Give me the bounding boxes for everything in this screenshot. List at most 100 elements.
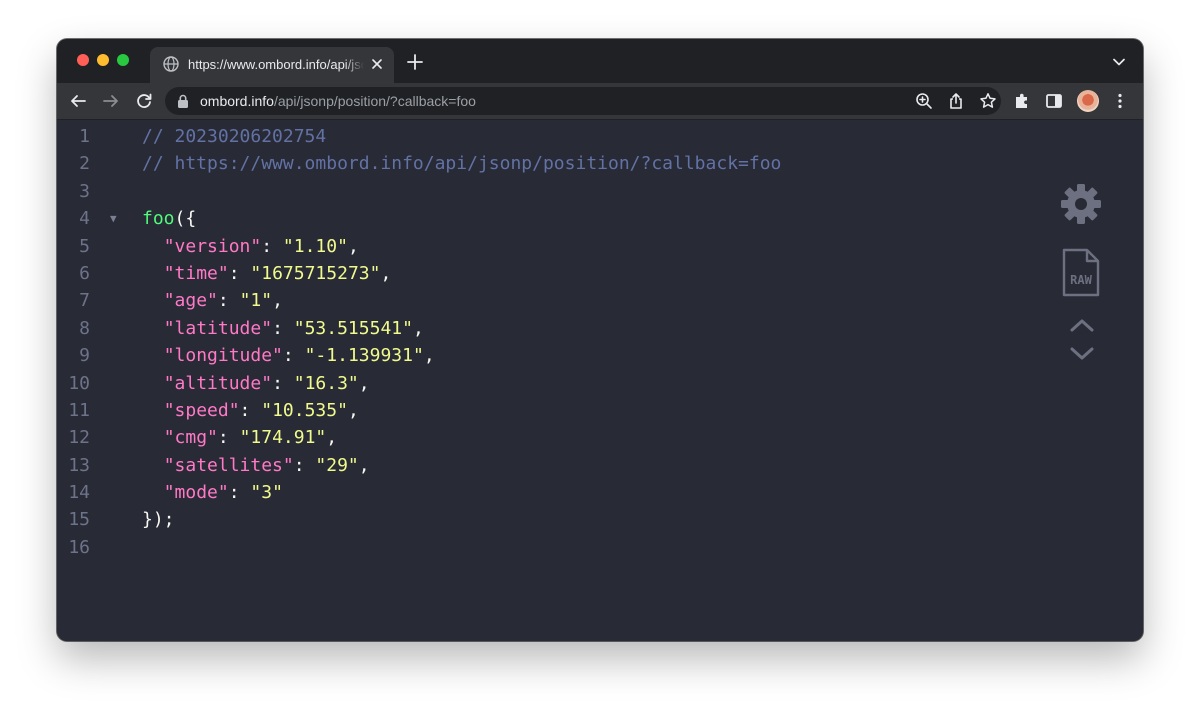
token-comment: // 20230206202754 bbox=[142, 126, 327, 147]
token-str: "1675715273" bbox=[250, 262, 381, 284]
token-punc: , bbox=[423, 345, 435, 367]
line-number: 1 bbox=[79, 126, 90, 147]
code-text: }); bbox=[142, 506, 175, 533]
code-text: "age": "1", bbox=[142, 287, 283, 314]
new-tab-icon[interactable] bbox=[407, 54, 423, 70]
line-number: 12 bbox=[68, 427, 90, 449]
token-punc: : bbox=[217, 290, 240, 312]
code-line: 9 "longitude": "-1.139931", bbox=[57, 342, 1057, 369]
token-punc: ({ bbox=[174, 208, 197, 230]
forward-arrow-icon[interactable] bbox=[102, 92, 120, 110]
chevron-down-icon[interactable] bbox=[1070, 346, 1094, 362]
token-punc: , bbox=[347, 235, 359, 257]
token-str: "53.515541" bbox=[293, 317, 413, 339]
code-line: 7 "age": "1", bbox=[57, 287, 1057, 314]
tab-title: https://www.ombord.info/api/jsonp/positi… bbox=[188, 56, 364, 74]
code-text: "speed": "10.535", bbox=[142, 397, 359, 424]
code-text: "version": "1.10", bbox=[142, 233, 359, 260]
line-number: 5 bbox=[79, 235, 90, 257]
token-str: "16.3" bbox=[293, 372, 359, 394]
code-block: 1 // 20230206202754 2 // https://www.ombord… bbox=[57, 123, 1057, 561]
fold-toggle-icon[interactable]: ▼ bbox=[110, 205, 117, 232]
token-key: "time" bbox=[163, 262, 229, 284]
token-punc: : bbox=[228, 262, 251, 284]
token-punc: }); bbox=[142, 509, 175, 531]
token-comment: // https://www.ombord.info/api/jsonp/pos… bbox=[142, 153, 782, 175]
lock-icon[interactable] bbox=[177, 94, 189, 108]
browser-window: https://www.ombord.info/api/jsonp/positi… bbox=[57, 39, 1143, 641]
token-punc: : bbox=[293, 454, 316, 476]
token-punc bbox=[142, 455, 164, 476]
token-punc: , bbox=[347, 399, 359, 421]
token-punc: : bbox=[272, 317, 294, 339]
code-line: 15}); bbox=[57, 506, 1057, 533]
token-str: "1" bbox=[239, 290, 273, 312]
chevron-down-icon[interactable] bbox=[1113, 57, 1125, 67]
line-number: 3 bbox=[79, 180, 90, 202]
code-text: // 20230206202754 bbox=[142, 123, 326, 150]
token-punc bbox=[142, 236, 164, 257]
code-line: 8 "latitude": "53.515541", bbox=[57, 315, 1057, 342]
address-bar[interactable]: ombord.info/api/jsonp/position/?callback… bbox=[165, 87, 1001, 115]
url-text[interactable]: ombord.info/api/jsonp/position/?callback… bbox=[200, 92, 476, 110]
token-punc: , bbox=[326, 427, 338, 449]
raw-file-icon[interactable]: RAW bbox=[1061, 248, 1101, 297]
code-line: 4 ▼ foo({ bbox=[57, 205, 1057, 232]
code-text: "altitude": "16.3", bbox=[142, 370, 370, 397]
reload-icon[interactable] bbox=[135, 92, 153, 110]
token-punc: , bbox=[358, 372, 370, 394]
line-number: 10 bbox=[68, 372, 90, 394]
line-number: 15 bbox=[68, 509, 90, 531]
code-line: 12 "cmg": "174.91", bbox=[57, 424, 1057, 451]
side-panel-icon[interactable] bbox=[1045, 92, 1063, 110]
bookmark-star-icon[interactable] bbox=[979, 92, 997, 110]
token-punc: : bbox=[217, 427, 240, 449]
window-minimize-button[interactable] bbox=[97, 54, 109, 66]
code-text: foo({ bbox=[142, 205, 196, 232]
token-punc bbox=[142, 373, 164, 394]
token-punc: : bbox=[228, 482, 251, 504]
token-punc: , bbox=[272, 290, 283, 312]
code-line: 2 // https://www.ombord.info/api/jsonp/po… bbox=[57, 150, 1057, 177]
code-line: 3 bbox=[57, 178, 1057, 205]
code-text: "latitude": "53.515541", bbox=[142, 315, 424, 342]
chevron-up-icon[interactable] bbox=[1070, 317, 1094, 333]
code-line: 11 "speed": "10.535", bbox=[57, 397, 1057, 424]
more-menu-icon[interactable] bbox=[1111, 92, 1129, 110]
token-key: "longitude" bbox=[163, 345, 283, 367]
profile-avatar[interactable] bbox=[1077, 90, 1099, 112]
tab-active[interactable]: https://www.ombord.info/api/jsonp/positi… bbox=[150, 47, 394, 83]
token-punc bbox=[142, 400, 164, 421]
code-text: "satellites": "29", bbox=[142, 452, 370, 479]
window-close-button[interactable] bbox=[77, 54, 89, 66]
extensions-puzzle-icon[interactable] bbox=[1013, 92, 1031, 110]
line-number: 6 bbox=[79, 262, 90, 284]
token-punc bbox=[142, 427, 164, 448]
token-punc: : bbox=[261, 235, 283, 257]
line-number: 11 bbox=[68, 399, 90, 421]
code-line: 10 "altitude": "16.3", bbox=[57, 370, 1057, 397]
share-icon[interactable] bbox=[947, 92, 965, 110]
token-key: "satellites" bbox=[163, 454, 294, 476]
window-maximize-button[interactable] bbox=[117, 54, 129, 66]
token-str: "10.535" bbox=[261, 399, 348, 421]
back-arrow-icon[interactable] bbox=[69, 92, 87, 110]
code-line: 14 "mode": "3" bbox=[57, 479, 1057, 506]
line-number: 16 bbox=[68, 536, 90, 558]
gear-icon[interactable] bbox=[1060, 183, 1102, 225]
code-line: 13 "satellites": "29", bbox=[57, 452, 1057, 479]
tab-close-icon[interactable] bbox=[370, 57, 384, 71]
token-punc bbox=[142, 345, 164, 366]
token-punc bbox=[142, 263, 164, 284]
token-str: "29" bbox=[315, 454, 359, 476]
token-punc bbox=[142, 482, 164, 503]
raw-label: RAW bbox=[1070, 273, 1092, 287]
globe-icon bbox=[163, 56, 179, 72]
line-number: 9 bbox=[79, 345, 90, 367]
token-key: "mode" bbox=[163, 482, 229, 504]
url-host: ombord.info bbox=[200, 93, 274, 109]
zoom-icon[interactable] bbox=[915, 92, 933, 110]
token-punc: : bbox=[282, 345, 305, 367]
code-line: 5 "version": "1.10", bbox=[57, 233, 1057, 260]
code-text: "mode": "3" bbox=[142, 479, 283, 506]
